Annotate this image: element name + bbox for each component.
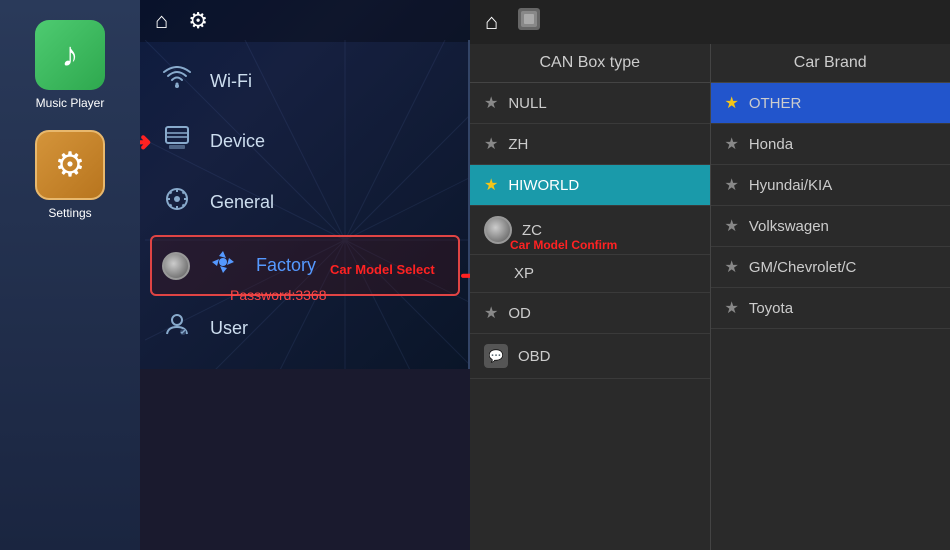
toyota-label: Toyota bbox=[749, 300, 793, 317]
right-panel: ⌂ CAN Box type ★ NULL bbox=[470, 0, 950, 550]
null-label: NULL bbox=[508, 95, 546, 112]
device-label: Device bbox=[210, 131, 265, 152]
factory-toggle[interactable] bbox=[162, 252, 190, 280]
can-box-column: CAN Box type ★ NULL ★ ZH ★ HIWORLD bbox=[470, 44, 711, 550]
music-player-label: Music Player bbox=[36, 96, 105, 110]
settings-icon-box: ⚙ bbox=[35, 130, 105, 200]
od-star[interactable]: ★ bbox=[484, 303, 498, 323]
car-brand-header: Car Brand bbox=[711, 44, 950, 83]
wifi-icon bbox=[160, 66, 194, 97]
music-note-icon: ♪ bbox=[62, 36, 79, 75]
menu-item-general[interactable]: General bbox=[140, 172, 470, 233]
honda-star[interactable]: ★ bbox=[725, 134, 739, 154]
list-item-toyota[interactable]: ★ Toyota bbox=[711, 288, 950, 329]
left-sidebar: ♪ Music Player ⚙ Settings bbox=[0, 0, 140, 550]
od-label: OD bbox=[508, 305, 531, 322]
middle-header: ⌂ ⚙ bbox=[140, 0, 470, 42]
hiworld-label: HIWORLD bbox=[508, 177, 579, 194]
car-model-select-annotation: ➜ bbox=[460, 260, 470, 291]
null-star[interactable]: ★ bbox=[484, 93, 498, 113]
zc-toggle[interactable] bbox=[484, 216, 512, 244]
hyundai-label: Hyundai/KIA bbox=[749, 177, 832, 194]
list-item-od[interactable]: ★ OD bbox=[470, 293, 710, 334]
settings-label: Settings bbox=[48, 206, 91, 220]
settings-icon[interactable]: ⚙ Settings bbox=[35, 130, 105, 220]
list-item-zc[interactable]: ZC Car Model Confirm ➜ bbox=[470, 206, 710, 255]
menu-item-wifi[interactable]: Wi-Fi bbox=[140, 52, 470, 111]
list-item-xp[interactable]: XP bbox=[470, 255, 710, 293]
right-settings-icon[interactable] bbox=[518, 8, 540, 36]
password-text: Password:3368 bbox=[230, 287, 327, 303]
list-item-obd[interactable]: 💬 OBD bbox=[470, 334, 710, 379]
other-label: OTHER bbox=[749, 95, 802, 112]
middle-panel-bg: ⌂ ⚙ bbox=[140, 0, 470, 369]
music-icon-box: ♪ bbox=[35, 20, 105, 90]
honda-label: Honda bbox=[749, 136, 793, 153]
hyundai-star[interactable]: ★ bbox=[725, 175, 739, 195]
zh-star[interactable]: ★ bbox=[484, 134, 498, 154]
obd-label: OBD bbox=[518, 348, 551, 365]
list-item-gm[interactable]: ★ GM/Chevrolet/C bbox=[711, 247, 950, 288]
gm-star[interactable]: ★ bbox=[725, 257, 739, 277]
gear-icon: ⚙ bbox=[55, 145, 85, 185]
car-model-select-arrow: ➜ bbox=[460, 260, 470, 291]
other-star[interactable]: ★ bbox=[725, 93, 739, 113]
xp-label: XP bbox=[514, 265, 534, 282]
list-item-zh[interactable]: ★ ZH bbox=[470, 124, 710, 165]
menu-item-device[interactable]: ➜ Device bbox=[140, 111, 470, 172]
music-player-icon[interactable]: ♪ Music Player bbox=[35, 20, 105, 110]
toyota-star[interactable]: ★ bbox=[725, 298, 739, 318]
user-icon bbox=[160, 312, 194, 345]
wifi-label: Wi-Fi bbox=[210, 71, 252, 92]
car-brand-column: Car Brand ★ OTHER ★ Honda ★ Hyundai/KIA bbox=[711, 44, 950, 550]
right-content: CAN Box type ★ NULL ★ ZH ★ HIWORLD bbox=[470, 44, 950, 550]
can-box-header: CAN Box type bbox=[470, 44, 710, 83]
zc-label: ZC bbox=[522, 222, 542, 239]
list-item-hyundai[interactable]: ★ Hyundai/KIA bbox=[711, 165, 950, 206]
settings-header-icon[interactable]: ⚙ bbox=[188, 8, 208, 34]
home-icon[interactable]: ⌂ bbox=[155, 8, 168, 34]
obd-bubble: 💬 bbox=[484, 344, 508, 368]
menu-list: Wi-Fi ➜ Device Password:3368 bbox=[140, 42, 470, 369]
general-icon bbox=[160, 186, 194, 219]
zh-label: ZH bbox=[508, 136, 528, 153]
factory-icon bbox=[206, 249, 240, 282]
user-label: User bbox=[210, 318, 248, 339]
menu-item-user[interactable]: User bbox=[140, 298, 470, 359]
right-panel-content: ⌂ CAN Box type ★ NULL bbox=[470, 0, 950, 550]
right-home-icon[interactable]: ⌂ bbox=[485, 9, 498, 35]
list-item-hiworld[interactable]: ★ HIWORLD bbox=[470, 165, 710, 206]
device-icon bbox=[160, 125, 194, 158]
factory-label: Factory bbox=[256, 255, 316, 276]
list-item-other[interactable]: ★ OTHER bbox=[711, 83, 950, 124]
hiworld-star[interactable]: ★ bbox=[484, 175, 498, 195]
volkswagen-label: Volkswagen bbox=[749, 218, 829, 235]
list-item-volkswagen[interactable]: ★ Volkswagen bbox=[711, 206, 950, 247]
middle-panel: ⌂ ⚙ bbox=[140, 0, 470, 550]
right-header: ⌂ bbox=[470, 0, 950, 44]
gm-label: GM/Chevrolet/C bbox=[749, 259, 857, 276]
general-label: General bbox=[210, 192, 274, 213]
device-arrow: ➜ bbox=[140, 126, 152, 157]
car-model-confirm-label: Car Model Confirm bbox=[510, 238, 617, 252]
list-item-honda[interactable]: ★ Honda bbox=[711, 124, 950, 165]
car-model-confirm-annotation: Car Model Confirm bbox=[510, 236, 617, 253]
volkswagen-star[interactable]: ★ bbox=[725, 216, 739, 236]
list-item-null[interactable]: ★ NULL bbox=[470, 83, 710, 124]
